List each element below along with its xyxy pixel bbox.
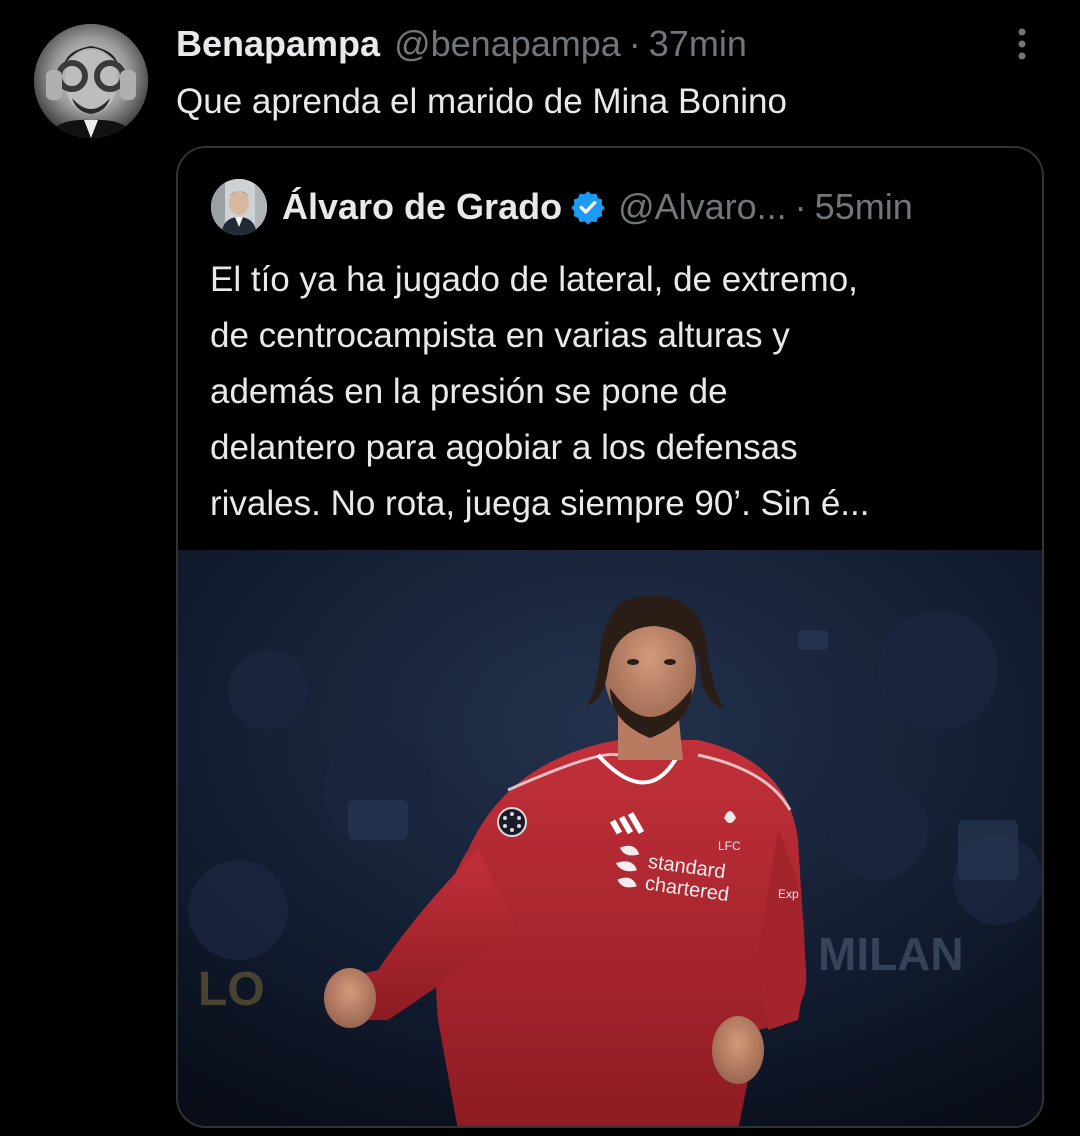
more-options-button[interactable] [1000, 24, 1044, 68]
quoted-tweet-time[interactable]: 55min [815, 186, 913, 228]
quoted-tweet-image[interactable]: LO MILAN LFC standard chartered Exp [178, 550, 1042, 1126]
quoted-text-line: rivales. No rota, juega siempre 90’. Sin… [210, 484, 870, 523]
quoted-tweet-text: El tío ya ha jugado de lateral, de extre… [210, 252, 1030, 532]
quoted-tweet-header: Álvaro de Grado @Alvaro... · 55min [282, 185, 913, 229]
quoted-author-handle[interactable]: @Alvaro... [618, 186, 787, 228]
banner-text-left: LO [198, 963, 265, 1016]
banner-text-right: MILAN [818, 928, 964, 980]
author-name[interactable]: Benapampa [176, 23, 380, 65]
sleeve-text: Exp [778, 887, 799, 901]
crest-text: LFC [718, 839, 741, 853]
verified-badge-icon [570, 189, 606, 225]
quoted-text-line: delantero para agobiar a los defensas [210, 428, 798, 467]
quoted-author-name[interactable]: Álvaro de Grado [282, 186, 562, 228]
author-avatar[interactable] [34, 24, 148, 138]
tweet-text: Que aprenda el marido de Mina Bonino [176, 82, 787, 121]
tweet-header: Benapampa @benapampa · 37min [176, 22, 747, 66]
separator-dot: · [794, 186, 807, 227]
quoted-author-avatar[interactable] [211, 179, 267, 235]
author-handle[interactable]: @benapampa [394, 23, 621, 65]
quoted-text-line: de centrocampista en varias alturas y [210, 316, 790, 355]
separator-dot: · [628, 23, 641, 64]
tweet[interactable]: Benapampa @benapampa · 37min Que aprenda… [0, 0, 1080, 1136]
quoted-tweet[interactable]: Álvaro de Grado @Alvaro... · 55min El tí… [176, 146, 1044, 1128]
tweet-time[interactable]: 37min [649, 23, 747, 65]
quoted-text-line: El tío ya ha jugado de lateral, de extre… [210, 260, 858, 299]
three-dots-vertical-icon [1017, 26, 1027, 67]
quoted-text-line: además en la presión se pone de [210, 372, 728, 411]
